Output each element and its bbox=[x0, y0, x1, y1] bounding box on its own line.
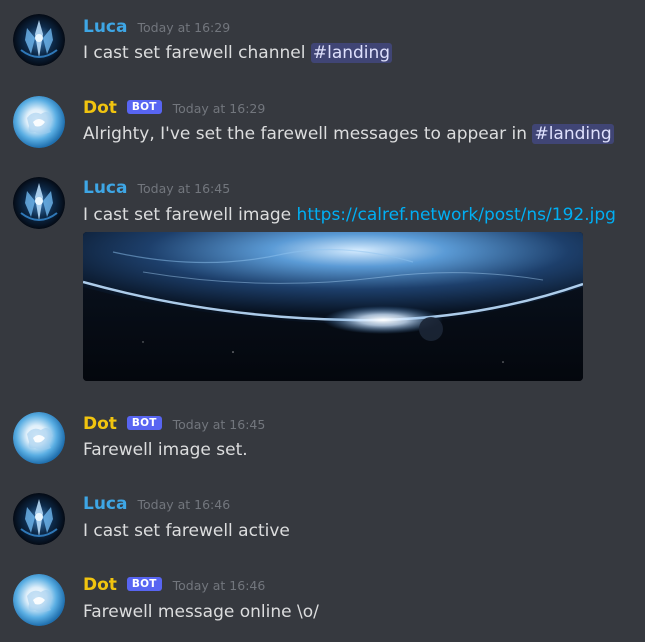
author-name[interactable]: Dot bbox=[83, 98, 117, 118]
message-body: I cast set farewell channel bbox=[83, 43, 311, 63]
timestamp: Today at 16:45 bbox=[172, 417, 266, 432]
dot-avatar-icon[interactable] bbox=[13, 412, 65, 464]
bot-badge: BOT bbox=[126, 100, 162, 114]
timestamp: Today at 16:45 bbox=[137, 181, 231, 196]
message-text: I cast set farewell image https://calref… bbox=[83, 205, 616, 225]
dot-avatar-icon[interactable] bbox=[13, 574, 65, 626]
timestamp: Today at 16:29 bbox=[172, 101, 266, 116]
timestamp: Today at 16:46 bbox=[137, 497, 231, 512]
message-text: Alrighty, I've set the farewell messages… bbox=[83, 124, 614, 144]
luca-avatar-icon[interactable] bbox=[13, 14, 65, 66]
luca-avatar-icon[interactable] bbox=[13, 177, 65, 229]
message-text: Farewell message online \o/ bbox=[83, 602, 319, 622]
dot-avatar-icon[interactable] bbox=[13, 96, 65, 148]
embedded-image[interactable] bbox=[83, 232, 583, 381]
author-name[interactable]: Luca bbox=[83, 494, 127, 514]
earth-horizon-image bbox=[83, 232, 583, 381]
bot-badge: BOT bbox=[126, 577, 162, 591]
timestamp: Today at 16:29 bbox=[137, 20, 231, 35]
author-name[interactable]: Dot bbox=[83, 575, 117, 595]
author-name[interactable]: Luca bbox=[83, 178, 127, 198]
luca-avatar-icon[interactable] bbox=[13, 493, 65, 545]
bot-badge: BOT bbox=[126, 416, 162, 430]
message-text: Farewell image set. bbox=[83, 440, 248, 460]
message-text: I cast set farewell channel #landing bbox=[83, 43, 393, 63]
author-name[interactable]: Dot bbox=[83, 414, 117, 434]
image-link[interactable]: https://calref.network/post/ns/192.jpg bbox=[297, 205, 616, 225]
message-text: I cast set farewell active bbox=[83, 521, 290, 541]
author-name[interactable]: Luca bbox=[83, 17, 127, 37]
timestamp: Today at 16:46 bbox=[172, 578, 266, 593]
channel-mention[interactable]: #landing bbox=[310, 43, 393, 63]
channel-mention[interactable]: #landing bbox=[532, 124, 614, 144]
message-body: I cast set farewell image bbox=[83, 205, 297, 225]
message-body: Alrighty, I've set the farewell messages… bbox=[83, 124, 533, 144]
